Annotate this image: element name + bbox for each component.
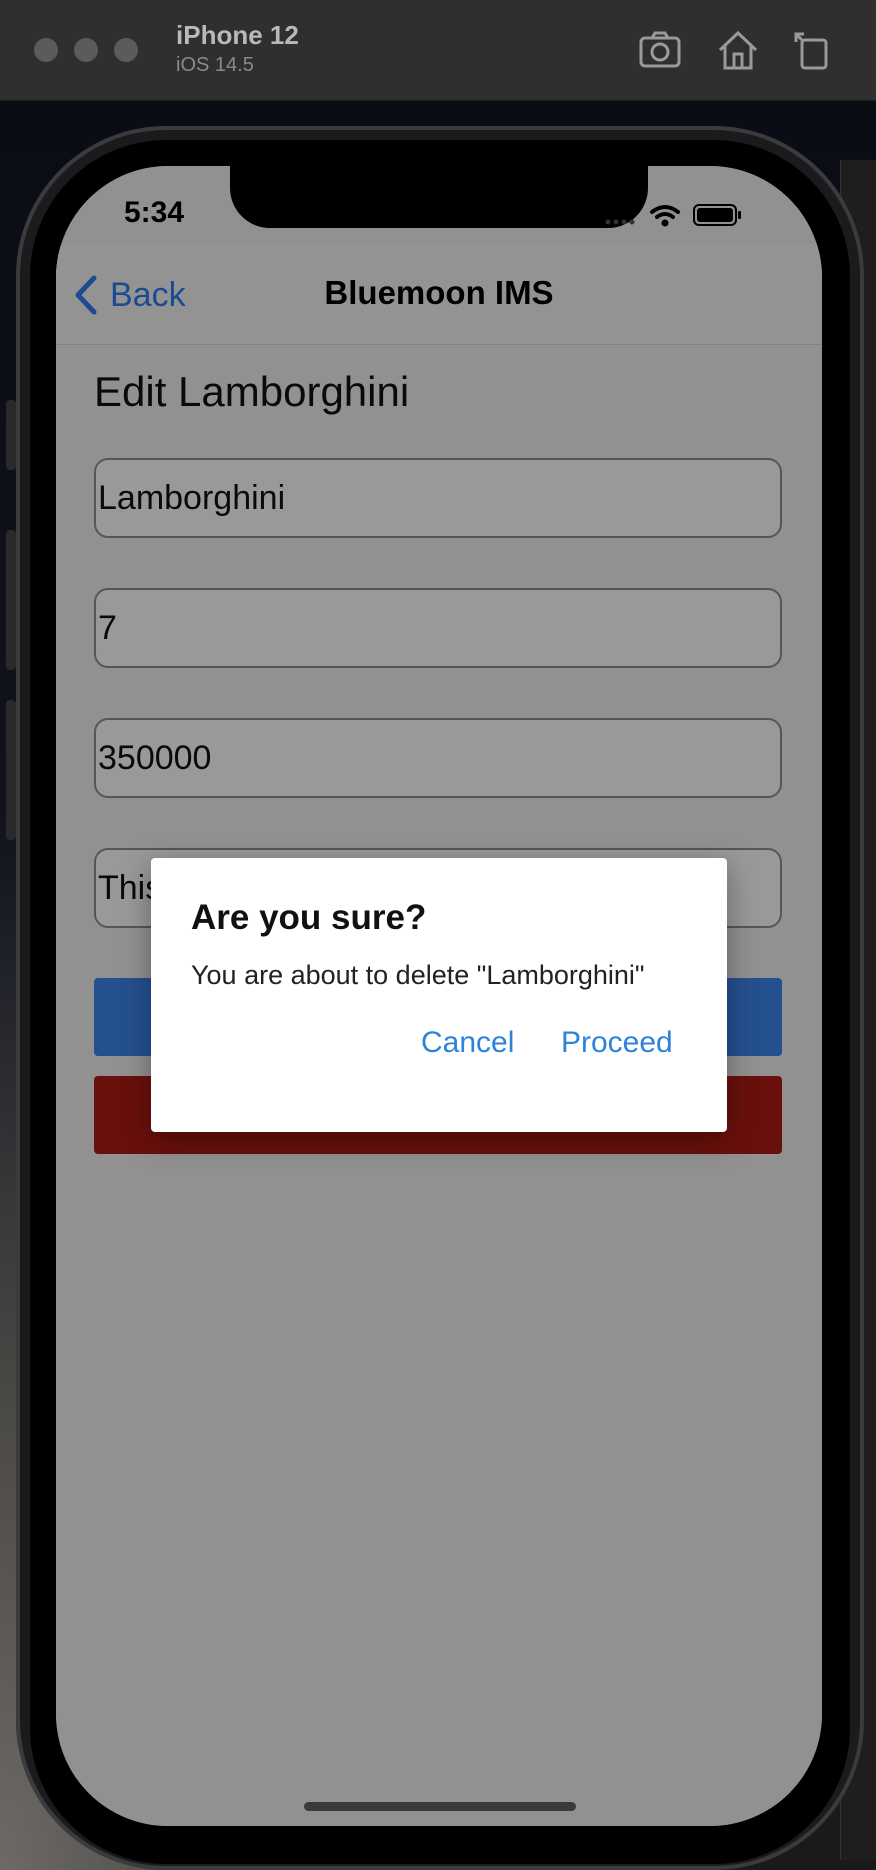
screenshot-icon[interactable] [638,28,682,72]
close-window-button[interactable] [34,38,58,62]
rotate-icon[interactable] [790,28,834,72]
cancel-button[interactable]: Cancel [421,1026,514,1060]
alert-message: You are about to delete "Lamborghini" [191,960,645,990]
volume-down-button [6,700,16,840]
home-icon[interactable] [716,28,760,72]
phone-screen: 5:34 Back Bluemoon IMS Edit Lamborghini … [56,166,822,1826]
desktop: iPhone 12 iOS 14.5 5:34 Back Bluemoon IM… [0,0,876,1870]
minimize-window-button[interactable] [74,38,98,62]
proceed-button[interactable]: Proceed [561,1026,673,1060]
confirm-delete-dialog: Are you sure? You are about to delete "L… [151,858,727,1132]
simulator-toolbar: iPhone 12 iOS 14.5 [0,0,876,101]
simulator-device-name: iPhone 12 [176,20,299,50]
mute-switch [6,400,16,470]
zoom-window-button[interactable] [114,38,138,62]
simulator-os-version: iOS 14.5 [176,54,254,76]
home-indicator [304,1802,576,1811]
alert-title: Are you sure? [191,898,427,937]
volume-up-button [6,530,16,670]
